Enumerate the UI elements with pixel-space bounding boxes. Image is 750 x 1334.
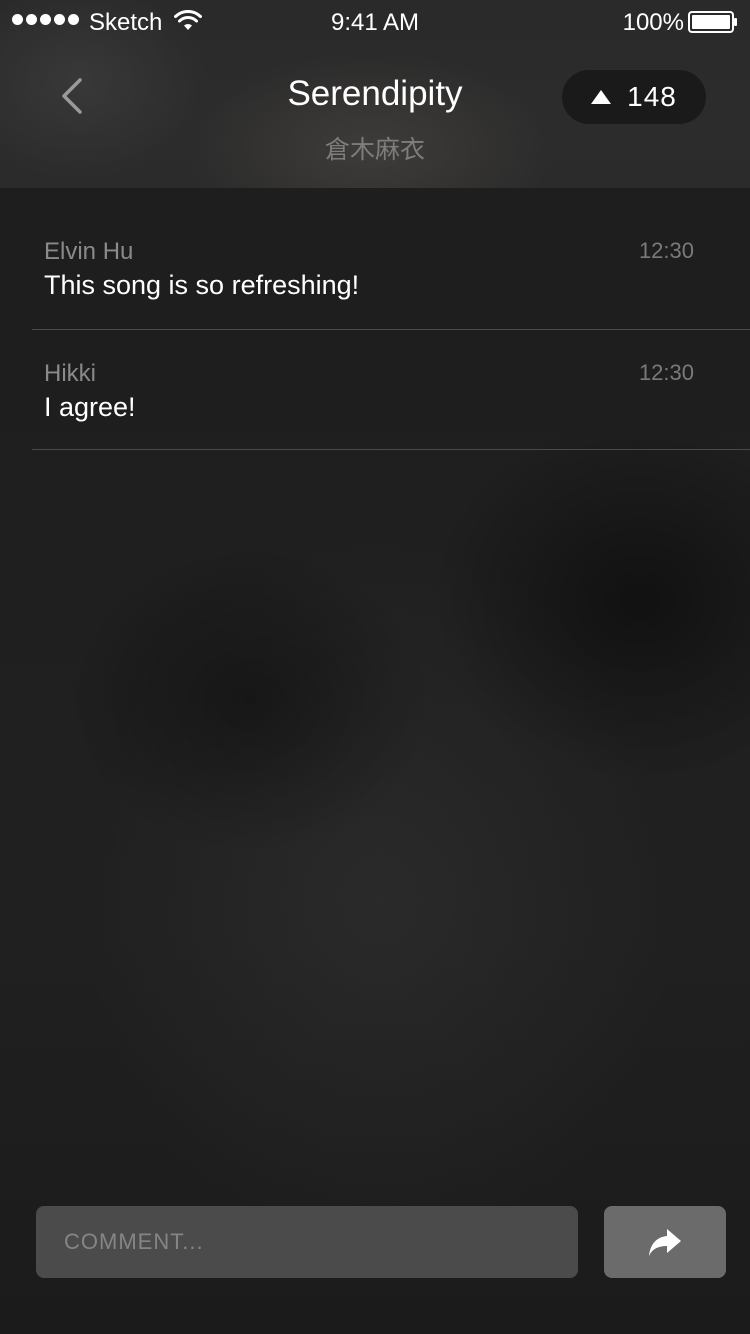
comment-time: 12:30	[638, 238, 694, 263]
status-bar: Sketch 9:41 AM 100%	[0, 0, 750, 44]
battery-icon	[688, 11, 737, 33]
comment-time: 12:30	[638, 360, 694, 385]
comments-screen: Sketch 9:41 AM 100% Serendipity 倉木麻衣 148…	[0, 0, 750, 1334]
share-arrow-icon	[649, 1229, 681, 1256]
comment-author: Hikki	[44, 360, 96, 387]
comment-text: I agree!	[44, 392, 136, 422]
upvote-button[interactable]: 148	[562, 70, 706, 124]
battery-percentage: 100%	[622, 9, 684, 36]
comment-list: Elvin Hu This song is so refreshing! 12:…	[0, 188, 750, 450]
comment-text: This song is so refreshing!	[44, 270, 360, 300]
triangle-up-icon	[591, 90, 612, 104]
comment-item: Hikki I agree! 12:30	[32, 330, 750, 450]
artist-name: 倉木麻衣	[324, 135, 425, 164]
vote-count: 148	[627, 81, 677, 112]
comment-item: Elvin Hu This song is so refreshing! 12:…	[32, 188, 750, 330]
comment-input[interactable]	[36, 1206, 578, 1278]
comment-author: Elvin Hu	[44, 238, 134, 265]
share-button[interactable]	[604, 1206, 726, 1278]
